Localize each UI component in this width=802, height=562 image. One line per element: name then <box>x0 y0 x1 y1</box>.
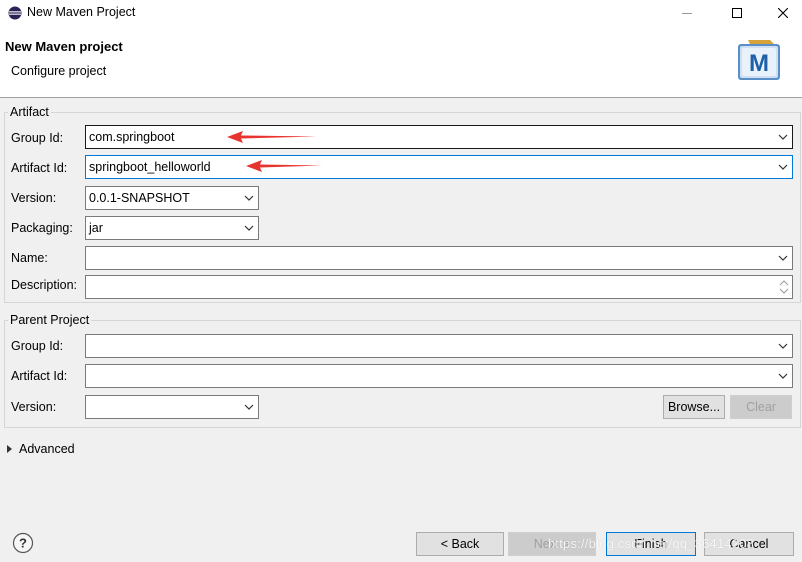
back-button[interactable]: < Back <box>416 532 504 556</box>
chevron-down-icon <box>778 164 788 170</box>
artifact-group-label: Artifact <box>8 105 51 119</box>
window-title: New Maven Project <box>27 5 136 19</box>
packaging-label: Packaging: <box>11 221 73 235</box>
scroll-spinner-icon[interactable] <box>778 277 790 297</box>
watermark: https://blog.csdn.net/qq_36414208 <box>548 536 755 551</box>
wizard-header: New Maven project Configure project M <box>0 26 802 98</box>
help-icon[interactable]: ? <box>12 532 34 554</box>
svg-text:?: ? <box>19 536 27 551</box>
minimize-button[interactable] <box>664 0 710 26</box>
artifact-id-value: springboot_helloworld <box>89 160 211 174</box>
version-value: 0.0.1-SNAPSHOT <box>89 191 190 205</box>
clear-button[interactable]: Clear <box>730 395 792 419</box>
parent-version-label: Version: <box>11 400 57 414</box>
minimize-icon <box>682 13 692 14</box>
artifact-id-label: Artifact Id: <box>11 161 68 175</box>
chevron-right-icon <box>7 445 12 453</box>
chevron-down-icon <box>778 343 788 349</box>
svg-text:M: M <box>749 50 769 77</box>
maven-logo-icon: M <box>738 40 780 80</box>
browse-button[interactable]: Browse... <box>663 395 725 419</box>
annotation-arrow-artifact-id <box>246 160 322 172</box>
chevron-down-icon <box>778 255 788 261</box>
parent-artifact-id-label: Artifact Id: <box>11 369 68 383</box>
parent-version-select[interactable] <box>85 395 259 419</box>
chevron-down-icon <box>244 225 254 231</box>
parent-project-group-label: Parent Project <box>8 313 92 327</box>
page-subtitle: Configure project <box>11 64 107 78</box>
close-button[interactable] <box>760 0 802 26</box>
advanced-section-toggle[interactable]: Advanced <box>6 442 75 456</box>
chevron-down-icon <box>778 134 788 140</box>
name-combo[interactable] <box>85 246 793 270</box>
chevron-down-icon <box>244 404 254 410</box>
close-icon <box>778 8 788 18</box>
parent-group-id-label: Group Id: <box>11 339 64 353</box>
eclipse-icon <box>8 6 22 20</box>
annotation-arrow-group-id <box>227 131 317 143</box>
version-label: Version: <box>11 191 57 205</box>
group-id-value: com.springboot <box>89 130 175 144</box>
description-textarea[interactable] <box>85 275 793 299</box>
maximize-icon <box>732 8 742 18</box>
artifact-id-combo[interactable]: springboot_helloworld <box>85 155 793 179</box>
description-label: Description: <box>11 278 77 292</box>
window-titlebar: New Maven Project <box>0 0 802 26</box>
version-select[interactable]: 0.0.1-SNAPSHOT <box>85 186 259 210</box>
group-id-label: Group Id: <box>11 131 64 145</box>
chevron-down-icon <box>778 373 788 379</box>
name-label: Name: <box>11 251 48 265</box>
parent-artifact-id-combo[interactable] <box>85 364 793 388</box>
chevron-down-icon <box>244 195 254 201</box>
maximize-button[interactable] <box>714 0 760 26</box>
parent-group-id-combo[interactable] <box>85 334 793 358</box>
advanced-label: Advanced <box>19 442 75 456</box>
page-title: New Maven project <box>5 39 123 54</box>
group-id-combo[interactable]: com.springboot <box>85 125 793 149</box>
packaging-select[interactable]: jar <box>85 216 259 240</box>
packaging-value: jar <box>89 221 103 235</box>
